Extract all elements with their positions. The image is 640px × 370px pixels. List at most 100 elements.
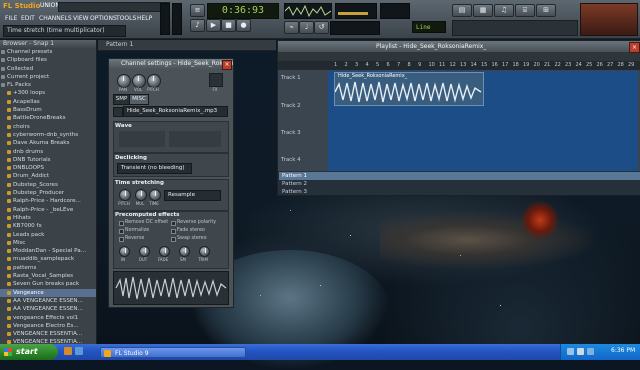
browser-item[interactable]: Ralph-Price - Hardcore... xyxy=(0,197,96,205)
normalize-checkbox[interactable]: Normalize xyxy=(119,228,149,234)
browser-item[interactable]: Seven Gun breaks pack xyxy=(0,280,96,288)
window-button-stepseq[interactable]: ▦ xyxy=(473,4,493,17)
tray-icon[interactable] xyxy=(567,348,574,355)
browser-item[interactable]: Vengeance xyxy=(0,288,96,297)
playlist-close-icon[interactable]: × xyxy=(629,42,640,53)
browser-item[interactable]: AA VENGEANCE ESSEN... xyxy=(0,297,96,305)
taskbar-fl-studio[interactable]: FL Studio 9 xyxy=(100,347,246,358)
browser-item[interactable]: DNB Tutorials xyxy=(0,156,96,164)
menu-help[interactable]: HELP xyxy=(135,14,154,23)
browser-item[interactable]: Drum_Addict xyxy=(0,172,96,180)
window-button-browser[interactable]: ⌸ xyxy=(515,4,535,17)
pattern-mode-button[interactable]: ≡ xyxy=(190,4,205,17)
browser-item[interactable]: vengeance Effects vol1 xyxy=(0,314,96,322)
menu-channels[interactable]: CHANNELS xyxy=(37,14,74,23)
volume-knob[interactable] xyxy=(132,74,146,88)
close-icon[interactable]: × xyxy=(222,60,232,70)
browser-item[interactable]: VENGEANCE ESSENTIA... xyxy=(0,330,96,338)
browser-item[interactable]: muaddib_samplepack xyxy=(0,255,96,263)
browser-item[interactable]: KB7000 fx xyxy=(0,222,96,230)
stretch-time-knob[interactable] xyxy=(149,189,161,201)
browser-item[interactable]: Rasta_Vocal_Samples xyxy=(0,272,96,280)
browser-item[interactable]: Collected xyxy=(0,65,96,73)
channel-settings-title[interactable]: Channel settings - Hide_Seek_Roksoni... xyxy=(109,59,233,69)
browser-item[interactable]: Dubstep_Scores xyxy=(0,181,96,189)
reverse-polarity-checkbox[interactable]: Reverse polarity xyxy=(171,220,216,226)
record-button[interactable]: ● xyxy=(236,19,251,32)
browser-item[interactable]: Leads pack xyxy=(0,231,96,239)
bar-ruler[interactable]: 1 2 3 4 5 6 7 8 9 10 11 12 13 14 15 16 17 18 19 20 21 22 23 24 2… xyxy=(278,61,640,70)
playlist-title[interactable]: Playlist - Hide_Seek_RoksoniaRemix_ xyxy=(278,41,640,52)
fx-trim-knob[interactable] xyxy=(199,246,210,257)
browser-item[interactable]: BassDrum xyxy=(0,106,96,114)
pattern-selector-label[interactable]: Pattern 1 xyxy=(106,41,133,48)
browser-item[interactable]: Misc xyxy=(0,239,96,247)
master-pitch-slider[interactable] xyxy=(172,3,182,35)
browser-item[interactable]: AA VENGEANCE ESSEN... xyxy=(0,305,96,313)
folder-icon[interactable] xyxy=(113,107,123,117)
sample-file-field[interactable]: Hide_Seek_RoksoniaRemix_.mp3 xyxy=(123,106,228,117)
menu-edit[interactable]: EDIT xyxy=(19,14,37,23)
line-selector[interactable]: Line xyxy=(412,21,446,33)
browser-item[interactable]: patterns xyxy=(0,264,96,272)
pattern-row[interactable]: Pattern 2 xyxy=(279,180,640,188)
network-icon[interactable] xyxy=(587,348,594,355)
pitch-knob[interactable] xyxy=(147,74,161,88)
quick-launch-icon[interactable] xyxy=(64,347,72,355)
window-button-mixer[interactable]: ⊞ xyxy=(536,4,556,17)
browser-item[interactable]: dnb drums xyxy=(0,148,96,156)
browser-item[interactable]: cyberworm-dnb_synths xyxy=(0,131,96,139)
track-row[interactable] xyxy=(328,125,638,153)
stretch-mode-select[interactable]: Resample xyxy=(164,190,221,201)
browser-item[interactable]: Clipboard files xyxy=(0,56,96,64)
tab-misc[interactable]: MISC xyxy=(129,94,149,105)
browser-item[interactable]: ModdanDan - Special Pa... xyxy=(0,247,96,255)
browser-item[interactable]: Dave Akuma Breaks xyxy=(0,139,96,147)
pattern-row[interactable]: Pattern 1 xyxy=(279,172,640,180)
sample-waveform[interactable] xyxy=(113,271,229,305)
browser-item[interactable]: Dubstep_Producer xyxy=(0,189,96,197)
volume-icon[interactable] xyxy=(577,348,584,355)
browser-item[interactable]: FL Packs xyxy=(0,81,96,89)
stretch-mul-knob[interactable] xyxy=(135,189,147,201)
snap-button[interactable]: ⌁ xyxy=(284,21,299,34)
browser-item[interactable]: Current project xyxy=(0,73,96,81)
play-button[interactable]: ▶ xyxy=(206,19,221,32)
window-button-pianoroll[interactable]: ♫ xyxy=(494,4,514,17)
browser-item[interactable]: DNBLOOPS xyxy=(0,164,96,172)
remove-dc-checkbox[interactable]: Remove DC offset xyxy=(119,220,168,226)
stop-button[interactable]: ■ xyxy=(221,19,236,32)
start-button[interactable]: start xyxy=(0,344,58,360)
browser-item[interactable]: Ralph-Price - _beLEve xyxy=(0,206,96,214)
browser-item[interactable]: Vengeance Electro Es... xyxy=(0,322,96,330)
pan-knob[interactable] xyxy=(117,74,131,88)
browser-item[interactable]: +300 loops xyxy=(0,89,96,97)
browser-item[interactable]: choirs xyxy=(0,123,96,131)
declick-mode-select[interactable]: Transient (no bleeding) xyxy=(117,163,192,174)
menu-file[interactable]: FILE xyxy=(3,14,19,23)
stretch-pitch-knob[interactable] xyxy=(119,189,131,201)
tempo-display[interactable] xyxy=(330,21,380,35)
swap-stereo-checkbox[interactable]: Swap stereo xyxy=(171,236,207,242)
master-volume-slider[interactable] xyxy=(160,3,170,35)
quick-launch-icon[interactable] xyxy=(75,347,83,355)
tab-smp[interactable]: SMP xyxy=(113,94,130,105)
fx-out-knob[interactable] xyxy=(139,246,150,257)
metronome-button[interactable]: ♩ xyxy=(299,21,314,34)
clock[interactable]: 6:36 PM xyxy=(611,347,635,354)
pattern-row[interactable]: Pattern 3 xyxy=(279,188,640,196)
song-mode-button[interactable]: ♪ xyxy=(190,19,205,32)
fx-in-knob[interactable] xyxy=(119,246,130,257)
fx-sm-knob[interactable] xyxy=(179,246,190,257)
browser-item[interactable]: Acapellas xyxy=(0,98,96,106)
browser-item[interactable]: Hihats xyxy=(0,214,96,222)
fade-stereo-checkbox[interactable]: Fade stereo xyxy=(171,228,205,234)
reverse-checkbox[interactable]: Reverse xyxy=(119,236,144,242)
audio-clip[interactable]: Hide_Seek_RoksoniaRemix_ xyxy=(334,72,484,106)
loop-button[interactable]: ↺ xyxy=(314,21,329,34)
browser-item[interactable]: Channel presets xyxy=(0,48,96,56)
fx-fade-knob[interactable] xyxy=(159,246,170,257)
window-button-playlist[interactable]: ▤ xyxy=(452,4,472,17)
browser-item[interactable]: BattleDroneBreaks xyxy=(0,114,96,122)
fx-slot[interactable] xyxy=(209,73,223,87)
